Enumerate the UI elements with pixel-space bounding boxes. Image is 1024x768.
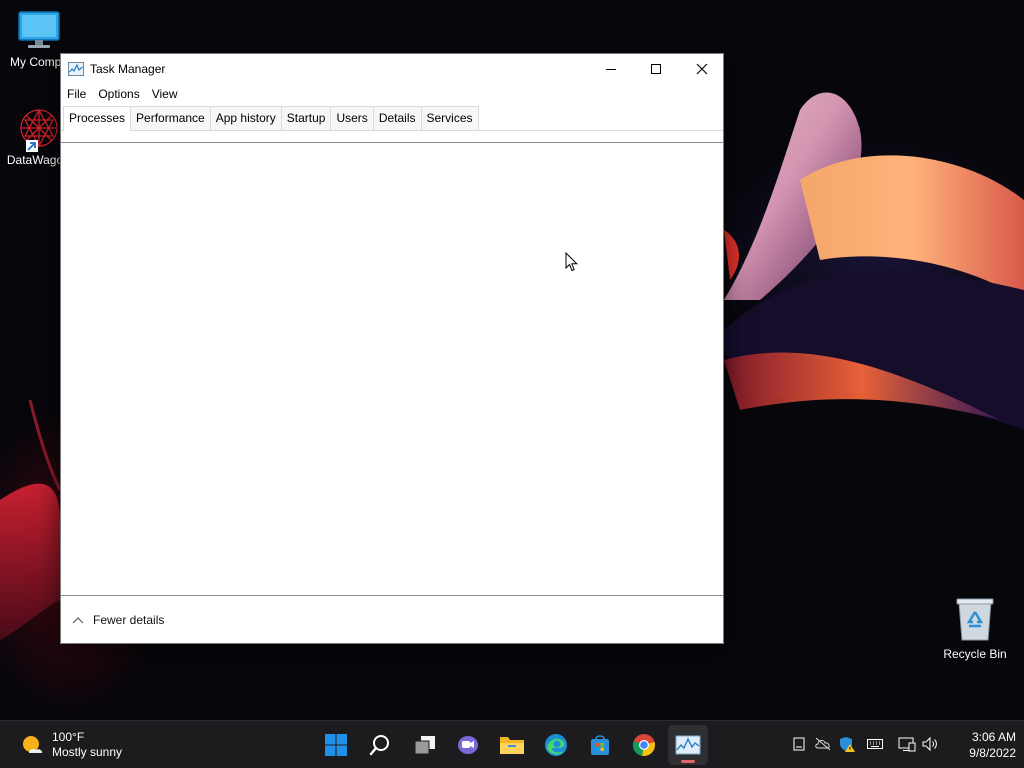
tab-users[interactable]: Users: [330, 106, 374, 130]
tab-services[interactable]: Services: [420, 106, 479, 130]
weather-temperature: 100°F: [52, 730, 85, 744]
sun-cloud-icon: [23, 736, 43, 753]
tray-volume-icon[interactable]: [922, 735, 940, 753]
clock-date: 9/8/2022: [969, 746, 1016, 760]
tab-processes[interactable]: Processes: [63, 106, 132, 131]
folder-icon: [500, 737, 524, 754]
tray-keyboard-icon[interactable]: [866, 735, 884, 753]
close-button[interactable]: [679, 54, 725, 83]
tray-onedrive-icon[interactable]: [814, 735, 832, 753]
minimize-button[interactable]: [588, 54, 634, 83]
shield-warning-icon: [840, 737, 855, 752]
close-icon: [696, 63, 708, 74]
taskbar: 100°F Mostly sunny 3:06 AM 9/8/2022: [0, 720, 1024, 768]
chrome-button[interactable]: [624, 725, 664, 765]
active-app-indicator: [681, 760, 695, 763]
chat-button[interactable]: [448, 725, 488, 765]
store-button[interactable]: [580, 725, 620, 765]
desktop-icon-label: Recycle Bin: [943, 647, 1007, 661]
menu-bar: File Options View: [61, 83, 184, 105]
fewer-details-toggle[interactable]: Fewer details: [61, 610, 164, 630]
task-manager-icon: [675, 735, 701, 755]
chevron-up-icon: [72, 617, 84, 624]
menu-options[interactable]: Options: [92, 83, 145, 105]
mouse-cursor-icon: [565, 252, 579, 272]
tray-tablet-icon[interactable]: [790, 735, 808, 753]
tab-startup[interactable]: Startup: [280, 106, 332, 130]
datawagon-app-icon: [20, 108, 58, 152]
recycle-bin-icon: [956, 598, 994, 641]
network-icon: [898, 737, 916, 752]
tab-app-history[interactable]: App history: [209, 106, 282, 130]
tablet-icon: [793, 737, 805, 751]
tab-performance[interactable]: Performance: [130, 106, 211, 130]
task-manager-window: Task Manager File Options View Processes…: [60, 53, 724, 644]
cloud-offline-icon: [815, 737, 831, 751]
task-view-icon: [414, 736, 435, 755]
chat-icon: [458, 736, 478, 754]
fewer-details-label: Fewer details: [93, 613, 165, 627]
task-view-button[interactable]: [405, 725, 445, 765]
weather-condition: Mostly sunny: [52, 745, 123, 759]
title-bar[interactable]: Task Manager: [61, 54, 723, 83]
speaker-icon: [922, 736, 937, 752]
monitor-icon: [18, 11, 60, 48]
chrome-icon: [632, 734, 655, 756]
window-title: Task Manager: [90, 61, 166, 76]
clock-time: 3:06 AM: [971, 730, 1016, 744]
tab-strip: Processes Performance App history Startu…: [61, 106, 723, 131]
task-manager-icon: [68, 61, 84, 76]
task-manager-button[interactable]: [668, 725, 708, 765]
system-clock[interactable]: 3:06 AM 9/8/2022: [948, 729, 1016, 761]
edge-icon: [545, 734, 567, 756]
keyboard-icon: [867, 739, 883, 749]
windows-logo-icon: [325, 734, 347, 756]
menu-view[interactable]: View: [146, 83, 184, 105]
tray-network-icon[interactable]: [898, 735, 916, 753]
edge-button[interactable]: [536, 725, 576, 765]
maximize-button[interactable]: [633, 54, 679, 83]
start-button[interactable]: [316, 725, 356, 765]
menu-file[interactable]: File: [61, 83, 92, 105]
tab-details[interactable]: Details: [372, 106, 422, 130]
search-icon: [369, 735, 389, 756]
maximize-icon: [651, 63, 661, 74]
file-explorer-button[interactable]: [492, 725, 532, 765]
minimize-icon: [606, 68, 616, 70]
desktop-icon-recycle-bin[interactable]: Recycle Bin: [935, 596, 1015, 661]
tray-security-icon[interactable]: [838, 735, 856, 753]
processes-panel[interactable]: [61, 142, 723, 596]
weather-widget[interactable]: 100°F Mostly sunny: [20, 730, 122, 760]
store-icon: [591, 735, 609, 755]
search-button[interactable]: [360, 725, 400, 765]
